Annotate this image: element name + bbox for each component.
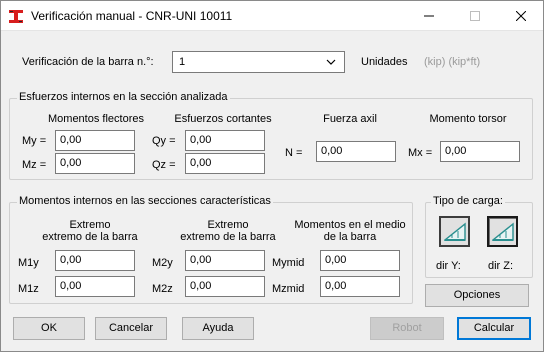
close-icon <box>516 10 526 21</box>
units-value: (kip) (kip*ft) <box>424 56 481 68</box>
close-button[interactable] <box>498 0 544 31</box>
torsion-moment-heading: Momento torsor <box>429 113 507 125</box>
my-input[interactable]: 0,00 <box>55 130 135 151</box>
ok-button[interactable]: OK <box>13 317 85 340</box>
m1z-label: M1z <box>18 283 39 295</box>
bar-number-select[interactable]: 1 <box>172 51 345 73</box>
qy-input[interactable]: 0,00 <box>185 130 265 151</box>
load-type-title: Tipo de carga: <box>431 195 505 207</box>
trapezoid-load-icon <box>443 222 466 241</box>
calculate-button[interactable]: Calcular <box>457 317 531 340</box>
app-logo-icon <box>8 8 24 24</box>
bending-moments-heading: Momentos flectores <box>48 113 144 125</box>
mymid-input[interactable]: 0,00 <box>320 250 400 271</box>
units-label: Unidades <box>361 56 408 68</box>
qz-input[interactable]: 0,00 <box>185 153 265 174</box>
load-dir-z-button[interactable] <box>487 216 518 247</box>
cancel-button[interactable]: Cancelar <box>95 317 167 340</box>
bar-number-value: 1 <box>179 56 186 68</box>
characteristic-moments-title: Momentos internos en las secciones carac… <box>17 195 273 207</box>
mz-label: Mz = <box>22 159 47 171</box>
internal-forces-title: Esfuerzos internos en la sección analiza… <box>17 91 230 103</box>
m2y-label: M2y <box>152 257 173 269</box>
axial-force-heading: Fuerza axil <box>323 113 377 125</box>
mx-label: Mx = <box>408 147 433 159</box>
n-input[interactable]: 0,00 <box>316 141 396 162</box>
mz-input[interactable]: 0,00 <box>55 153 135 174</box>
dir-z-label: dir Z: <box>488 260 514 272</box>
minimize-button[interactable] <box>406 0 452 31</box>
n-label: N = <box>285 147 303 159</box>
m2y-input[interactable]: 0,00 <box>185 250 265 271</box>
shear-forces-heading: Esfuerzos cortantes <box>174 113 272 125</box>
mymid-label: Mymid <box>272 257 305 269</box>
window-title: Verificación manual - CNR-UNI 10011 <box>31 9 233 23</box>
maximize-button[interactable] <box>452 0 498 31</box>
m1z-input[interactable]: 0,00 <box>55 276 135 297</box>
robot-button[interactable]: Robot <box>370 317 444 340</box>
col2-heading-line2: extremo de la barra <box>180 231 276 243</box>
qy-label: Qy = <box>152 135 176 147</box>
mzmid-label: Mzmid <box>272 283 305 295</box>
col3-heading-line2: de la barra <box>323 231 377 243</box>
help-button[interactable]: Ayuda <box>182 317 254 340</box>
options-button[interactable]: Opciones <box>425 284 529 307</box>
qz-label: Qz = <box>152 159 176 171</box>
load-dir-y-button[interactable] <box>439 216 470 247</box>
col3-heading-line1: Momentos en el medio <box>294 219 406 231</box>
col1-heading-line1: Extremo <box>69 219 111 231</box>
trapezoid-load-icon <box>491 222 514 241</box>
col2-heading-line1: Extremo <box>207 219 249 231</box>
bar-number-label: Verificación de la barra n.°: <box>22 56 154 68</box>
title-bar: Verificación manual - CNR-UNI 10011 <box>0 0 544 31</box>
chevron-down-icon <box>326 59 336 65</box>
maximize-icon <box>470 10 480 21</box>
col1-heading-line2: extremo de la barra <box>42 231 138 243</box>
my-label: My = <box>22 135 47 147</box>
m2z-label: M2z <box>152 283 173 295</box>
mx-input[interactable]: 0,00 <box>440 141 520 162</box>
m2z-input[interactable]: 0,00 <box>185 276 265 297</box>
m1y-label: M1y <box>18 257 39 269</box>
m1y-input[interactable]: 0,00 <box>55 250 135 271</box>
mzmid-input[interactable]: 0,00 <box>320 276 400 297</box>
minimize-icon <box>424 15 434 16</box>
dir-y-label: dir Y: <box>436 260 461 272</box>
